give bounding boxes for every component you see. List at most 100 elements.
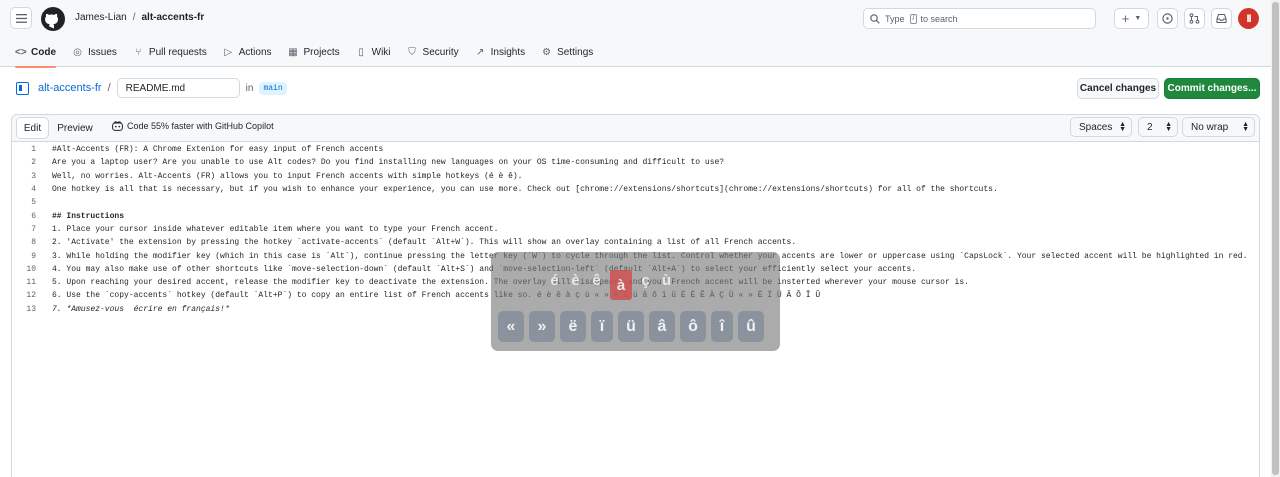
line-number: 11 [26,278,36,288]
create-new-button[interactable]: + ▼ [1114,8,1149,29]
tab-projects-label: Projects [303,46,340,58]
graph-icon: ↗ [475,46,485,58]
repo-link[interactable]: alt-accents-fr [141,12,204,23]
code-line: 5 [12,196,1259,209]
code-line: 1 #Alt-Accents (FR): A Chrome Extenion fo… [12,143,1259,156]
copilot-icon [112,121,123,131]
tab-wiki[interactable]: ▯ Wiki [348,38,399,67]
code-line: 6 ## Instructions [12,209,1259,222]
gear-icon: ⚙ [542,46,552,58]
menu-button[interactable] [10,7,32,29]
code-icon: <> [15,46,27,58]
accent-key: â [649,311,675,342]
chevron-down-icon: ▼ [1134,15,1142,22]
accent-key: ï [591,311,613,342]
line-number: 8 [31,238,36,248]
pull-requests-button[interactable] [1184,8,1205,29]
tab-actions[interactable]: ▷ Actions [215,38,280,67]
issues-button[interactable] [1157,8,1178,29]
editor-toolbar: Edit Preview Code 55% faster with GitHub… [12,115,1259,142]
tab-preview[interactable]: Preview [53,117,97,139]
tab-settings[interactable]: ⚙ Settings [533,38,601,67]
select-arrows-icon: ▲ ▼ [1119,121,1126,133]
accent-option: ù [661,271,672,289]
line-text: Are you a laptop user? Are you unable to… [52,158,725,168]
search-input[interactable]: Type / to search [863,8,1096,29]
breadcrumb-separator: / [132,12,136,23]
line-number: 12 [26,291,36,301]
accent-key: ü [618,311,644,342]
code-line: 7 1. Place your cursor inside whatever ed… [12,223,1259,236]
accent-bottom-row: « » ë ï ü â ô î û [498,311,764,342]
line-text: 1. Place your cursor inside whatever edi… [52,224,499,234]
tab-security[interactable]: ⛉ Security [399,38,467,67]
github-logo-icon[interactable] [41,7,65,31]
wrap-mode-select[interactable]: No wrap ▲ ▼ [1182,117,1255,137]
line-number: 10 [26,264,36,274]
avatar[interactable]: II [1238,8,1259,29]
code-line: 4 One hotkey is all that is necessary, bu… [12,183,1259,196]
line-number: 5 [31,198,36,208]
commit-changes-button[interactable]: Commit changes... [1164,78,1260,99]
line-text: 7. *Amusez-vous écrire en français!* [52,304,230,314]
book-icon: ▯ [358,46,364,58]
search-icon [870,13,880,24]
line-text: One hotkey is all that is necessary, but… [52,185,998,195]
tab-actions-label: Actions [238,46,272,58]
line-text: Well, no worries. Alt-Accents (FR) allow… [52,171,523,181]
indent-mode-select[interactable]: Spaces ▲ ▼ [1070,117,1132,137]
tab-wiki-label: Wiki [371,46,391,58]
tab-insights-label: Insights [490,46,526,58]
owner-link[interactable]: James-Lian [75,12,127,23]
accent-key: ë [560,311,586,342]
repo-root-link[interactable]: alt-accents-fr [38,82,102,94]
indent-mode-value: Spaces [1079,121,1113,133]
page-scrollbar[interactable] [1271,0,1280,477]
line-number: 6 [31,211,36,221]
line-number: 9 [31,251,36,261]
play-icon: ▷ [224,46,233,58]
line-number: 3 [31,171,36,181]
indent-size-select[interactable]: 2 ▲ ▼ [1138,117,1178,137]
accent-key: î [711,311,733,342]
plus-icon: + [1121,11,1130,26]
issue-icon [1162,13,1173,24]
tab-pull-requests[interactable]: ⑂ Pull requests [125,38,215,67]
accent-top-row: é è ê à ç ù [547,270,674,300]
hamburger-icon [15,13,27,23]
tab-issues-label: Issues [88,46,117,58]
branch-badge: main [259,81,287,95]
tab-code[interactable]: <> Code [15,38,64,68]
tab-code-label: Code [31,46,56,58]
tab-issues[interactable]: ◎ Issues [64,38,125,67]
pull-request-icon: ⑂ [135,46,142,58]
issue-icon: ◎ [73,46,82,58]
search-key-hint: / [909,13,918,24]
select-arrows-icon: ▲ ▼ [1242,121,1249,133]
search-placeholder-prefix: Type [885,13,905,24]
breadcrumb: James-Lian / alt-accents-fr [75,12,204,23]
indent-size-value: 2 [1147,121,1153,133]
scrollbar-thumb[interactable] [1272,2,1279,475]
select-arrows-icon: ▲ ▼ [1165,121,1172,133]
tab-insights[interactable]: ↗ Insights [467,38,533,67]
shield-icon: ⛉ [408,46,416,58]
code-line: 2 Are you a laptop user? Are you unable t… [12,156,1259,169]
inbox-button[interactable] [1211,8,1232,29]
tab-edit[interactable]: Edit [16,117,49,139]
cancel-button[interactable]: Cancel changes [1077,78,1159,99]
line-number: 4 [31,185,36,195]
table-icon: ▦ [288,46,298,58]
accent-key: « [498,311,524,342]
file-tree-toggle-icon[interactable] [16,81,29,95]
code-line: 8 2. 'Activate' the extension by pressing… [12,236,1259,249]
search-placeholder-suffix: to search [920,13,958,24]
line-text: 4. You may also make use of other shortc… [52,264,917,274]
line-text: #Alt-Accents (FR): A Chrome Extenion for… [52,145,384,155]
tab-projects[interactable]: ▦ Projects [280,38,348,67]
filename-input[interactable] [116,78,240,98]
accent-option: ê [592,271,601,289]
copilot-promo[interactable]: Code 55% faster with GitHub Copilot [112,121,274,131]
file-path-row: alt-accents-fr / in main [16,78,287,98]
in-label: in [245,82,254,94]
